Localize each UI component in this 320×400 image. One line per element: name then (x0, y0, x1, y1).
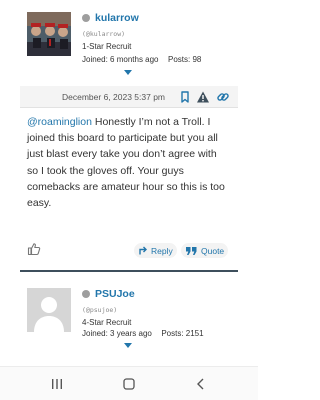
expand-user-chevron-icon[interactable] (124, 343, 132, 348)
joined-label: Joined: (82, 55, 108, 64)
posts-value: 98 (192, 55, 202, 64)
posts-label: Posts: (167, 55, 191, 64)
posts-label: Posts: (161, 329, 184, 338)
expand-user-chevron-icon[interactable] (124, 70, 132, 75)
user-meta: Joined: 6 months ago Posts: 98 (82, 55, 201, 64)
avatar[interactable] (27, 12, 71, 56)
offline-status-icon (82, 290, 90, 298)
username[interactable]: PSUJoe (95, 288, 135, 300)
post-divider (20, 270, 238, 272)
quote-icon (186, 247, 197, 255)
offline-status-icon (82, 14, 90, 22)
post-date[interactable]: December 6, 2023 5:37 pm (62, 92, 165, 102)
link-icon[interactable] (216, 90, 230, 104)
posts-value: 2151 (185, 329, 204, 338)
reply-arrow-icon (139, 246, 147, 254)
user-rank: 4-Star Recruit (82, 318, 132, 327)
username[interactable]: kularrow (95, 12, 139, 24)
joined-value: 6 months ago (110, 55, 159, 64)
thumbs-up-icon[interactable] (27, 242, 41, 256)
user-mention-link[interactable]: @roaminglion (27, 116, 92, 128)
avatar[interactable] (27, 288, 71, 332)
user-handle: (@psujoe) (82, 306, 118, 314)
user-rank: 1-Star Recruit (82, 42, 132, 51)
post-header: December 6, 2023 5:37 pm (20, 86, 238, 108)
quote-label: Quote (201, 245, 225, 256)
system-navigation-bar (0, 366, 258, 400)
back-icon[interactable] (194, 377, 208, 391)
user-handle: (@kularrow) (82, 30, 126, 38)
user-meta: Joined: 3 years ago Posts: 2151 (82, 329, 204, 338)
bookmark-icon[interactable] (178, 90, 192, 104)
joined-value: 3 years ago (110, 329, 152, 338)
post-author-block: kularrow (@kularrow) 1-Star Recruit Join… (0, 0, 258, 86)
reply-label: Reply (151, 245, 173, 256)
quote-button[interactable]: Quote (181, 243, 229, 258)
post-text: Honestly I’m not a Troll. I joined this … (27, 116, 225, 210)
recent-apps-icon[interactable] (50, 377, 64, 391)
post-body: @roaminglion Honestly I’m not a Troll. I… (27, 114, 225, 211)
warning-icon[interactable] (196, 90, 210, 104)
post-author-block: PSUJoe (@psujoe) 4-Star Recruit Joined: … (0, 276, 258, 366)
reply-button[interactable]: Reply (134, 243, 177, 258)
joined-label: Joined: (82, 329, 108, 338)
home-icon[interactable] (122, 377, 136, 391)
